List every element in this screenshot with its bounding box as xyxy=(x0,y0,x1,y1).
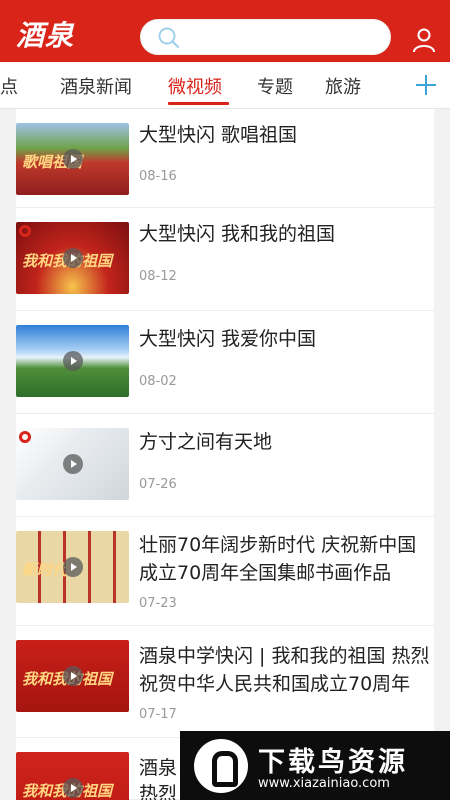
channel-logo-icon xyxy=(19,431,31,443)
play-icon[interactable] xyxy=(63,454,83,474)
video-date: 08-16 xyxy=(139,169,177,184)
list-item[interactable]: 歌唱祖国 大型快闪 歌唱祖国 08-16 xyxy=(0,109,450,208)
video-title[interactable]: 方寸之间有天地 xyxy=(139,428,435,456)
video-date: 08-12 xyxy=(139,269,177,284)
active-tab-indicator xyxy=(168,102,229,105)
video-date: 07-23 xyxy=(139,596,177,611)
video-date: 07-26 xyxy=(139,477,177,492)
app-logo[interactable]: 酒泉 xyxy=(16,14,74,54)
video-title[interactable]: 壮丽70年阔步新时代 庆祝新中国成立70周年全国集邮书画作品 xyxy=(139,531,435,587)
tab-special[interactable]: 专题 xyxy=(257,73,293,99)
video-thumbnail[interactable]: 我和我的祖国 xyxy=(16,752,129,800)
video-title[interactable]: 大型快闪 歌唱祖国 xyxy=(139,121,435,149)
tab-hot[interactable]: 热点 xyxy=(0,73,18,99)
list-item[interactable]: 方寸之间有天地 07-26 xyxy=(0,414,450,517)
video-list: 歌唱祖国 大型快闪 歌唱祖国 08-16 我和我的祖国 大型快闪 我和我的祖国 … xyxy=(0,109,450,800)
channel-tabs: 热点 酒泉新闻 微视频 专题 旅游 xyxy=(0,62,450,109)
play-icon[interactable] xyxy=(63,778,83,798)
play-icon[interactable] xyxy=(63,557,83,577)
search-bar[interactable] xyxy=(140,19,391,55)
video-thumbnail[interactable] xyxy=(16,325,129,397)
search-icon[interactable] xyxy=(157,26,181,50)
list-item[interactable]: 大型快闪 我爱你中国 08-02 xyxy=(0,311,450,414)
play-icon[interactable] xyxy=(63,248,83,268)
list-item[interactable]: 我和我的祖国 酒泉中学快闪 | 我和我的祖国 热烈祝贺中华人民共和国成立70周年… xyxy=(0,626,450,738)
top-header: 酒泉 xyxy=(0,0,450,62)
video-thumbnail[interactable]: 我和我的祖国 xyxy=(16,640,129,712)
watermark-name: 下载鸟资源 xyxy=(258,747,408,778)
tab-travel[interactable]: 旅游 xyxy=(325,73,361,99)
list-item[interactable]: 我和我的祖国 大型快闪 我和我的祖国 08-12 xyxy=(0,208,450,311)
watermark-url: www.xiazainiao.com xyxy=(258,776,390,791)
play-icon[interactable] xyxy=(63,351,83,371)
video-thumbnail[interactable]: 新时代 xyxy=(16,531,129,603)
video-thumbnail[interactable] xyxy=(16,428,129,500)
channel-logo-icon xyxy=(19,225,31,237)
list-item[interactable]: 新时代 壮丽70年阔步新时代 庆祝新中国成立70周年全国集邮书画作品 07-23 xyxy=(0,517,450,626)
video-title[interactable]: 大型快闪 我和我的祖国 xyxy=(139,220,435,248)
video-title[interactable]: 酒泉中学快闪 | 我和我的祖国 热烈祝贺中华人民共和国成立70周年 xyxy=(139,642,435,698)
user-icon[interactable] xyxy=(412,27,436,53)
video-date: 08-02 xyxy=(139,374,177,389)
play-icon[interactable] xyxy=(63,666,83,686)
video-title[interactable]: 大型快闪 我爱你中国 xyxy=(139,325,435,353)
search-input[interactable] xyxy=(189,26,379,50)
app-root: 酒泉 热点 酒泉新闻 微视频 专题 旅游 歌唱祖国 xyxy=(0,0,450,800)
video-thumbnail[interactable]: 我和我的祖国 xyxy=(16,222,129,294)
watermark-banner: 下载鸟资源 www.xiazainiao.com xyxy=(180,731,450,800)
tab-micro-video[interactable]: 微视频 xyxy=(168,73,222,99)
plus-icon[interactable] xyxy=(402,62,450,108)
watermark-logo-icon xyxy=(194,739,248,793)
thumbnail-caption: 新时代 xyxy=(22,561,68,579)
video-thumbnail[interactable]: 歌唱祖国 xyxy=(16,123,129,195)
play-icon[interactable] xyxy=(63,149,83,169)
tab-jiuquan-news[interactable]: 酒泉新闻 xyxy=(60,73,132,99)
video-date: 07-17 xyxy=(139,707,177,722)
